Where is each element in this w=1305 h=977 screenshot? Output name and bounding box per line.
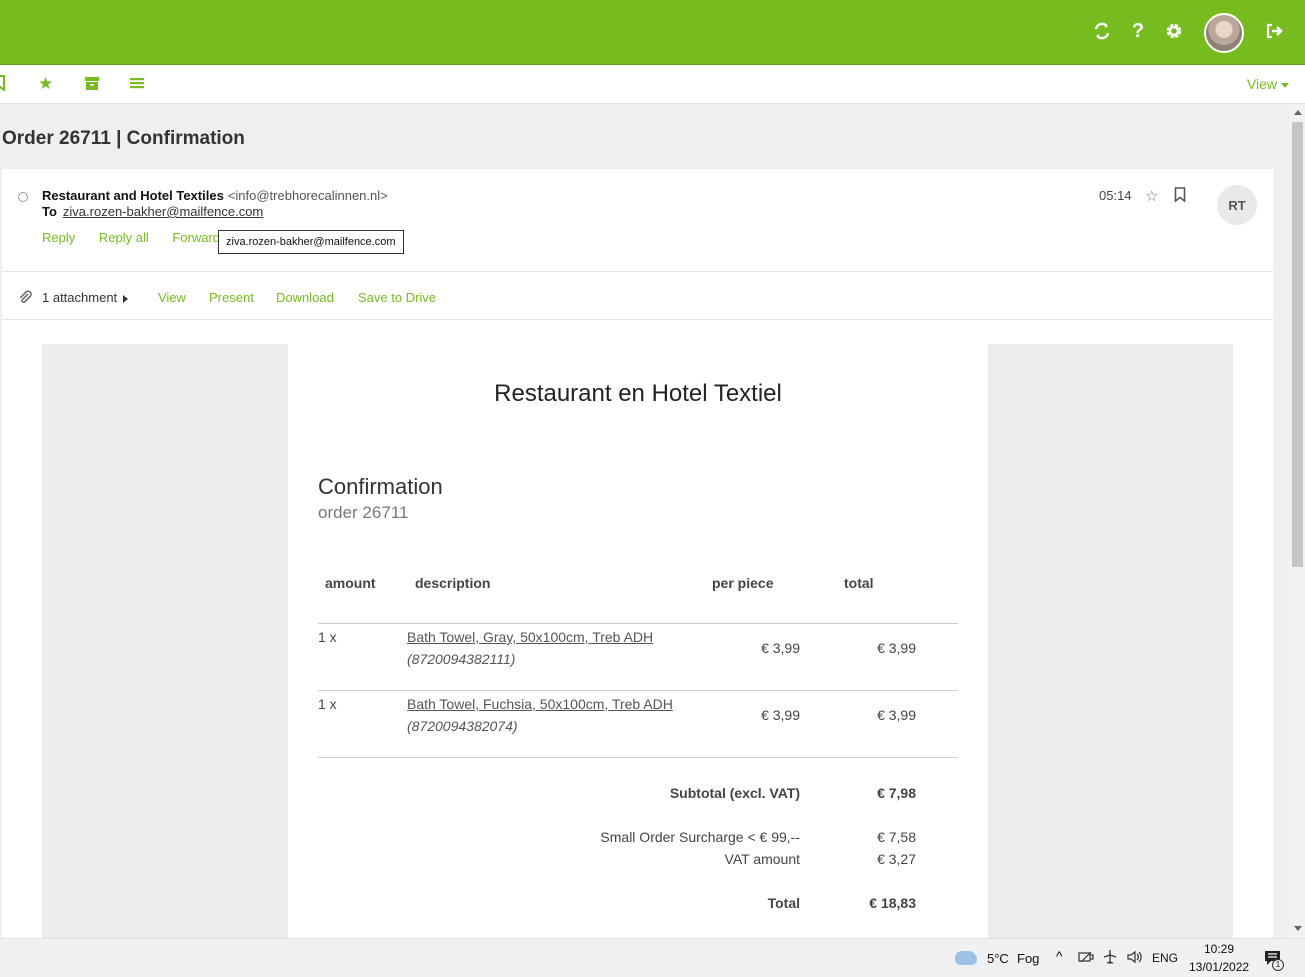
address-tooltip: ziva.rozen-bakher@mailfence.com bbox=[218, 230, 404, 254]
attachment-bar: 1 attachment View Present Download Save … bbox=[2, 271, 1273, 320]
airplane-icon[interactable] bbox=[1102, 949, 1118, 968]
item-sku: (8720094382111) bbox=[407, 651, 516, 667]
sender-name: Restaurant and Hotel Textiles bbox=[42, 188, 224, 203]
help-icon[interactable]: ? bbox=[1127, 20, 1149, 42]
weather-status[interactable]: Fog bbox=[1017, 951, 1039, 966]
view-label: View bbox=[1246, 76, 1277, 92]
settings-icon[interactable] bbox=[1163, 20, 1185, 42]
reply-button[interactable]: Reply bbox=[42, 230, 75, 245]
message-actions: Reply Reply all Forward bbox=[42, 230, 240, 245]
attachment-count: 1 attachment bbox=[42, 290, 118, 305]
item-per-piece: € 3,99 bbox=[761, 707, 800, 723]
star-icon[interactable]: ★ bbox=[38, 75, 56, 93]
subtotal-label: Subtotal (excl. VAT) bbox=[669, 785, 800, 801]
divider bbox=[318, 757, 958, 758]
vat-value: € 3,27 bbox=[877, 851, 916, 867]
message-card: Restaurant and Hotel Textiles <info@trebh… bbox=[2, 169, 1273, 939]
item-description-link[interactable]: Bath Towel, Gray, 50x100cm, Treb ADH bbox=[407, 629, 653, 645]
attachment-save-link[interactable]: Save to Drive bbox=[358, 290, 436, 305]
avatar[interactable] bbox=[1204, 13, 1244, 53]
paperclip-icon bbox=[18, 289, 32, 305]
app-header: ? bbox=[0, 0, 1305, 65]
column-header-amount: amount bbox=[325, 575, 376, 591]
forward-button[interactable]: Forward bbox=[172, 230, 220, 245]
item-per-piece: € 3,99 bbox=[761, 640, 800, 656]
star-outline-icon[interactable]: ☆ bbox=[1145, 187, 1158, 205]
refresh-icon[interactable] bbox=[1091, 20, 1113, 42]
column-header-per-piece: per piece bbox=[712, 575, 774, 591]
surcharge-label: Small Order Surcharge < € 99,-- bbox=[600, 829, 800, 845]
menu-icon[interactable] bbox=[129, 75, 147, 93]
email-content: Restaurant en Hotel Textiel Confirmation… bbox=[288, 344, 988, 939]
message-toolbar: ★ View bbox=[0, 65, 1305, 104]
item-amount: 1 x bbox=[318, 696, 337, 712]
temperature[interactable]: 5°C bbox=[987, 951, 1009, 966]
sender-avatar: RT bbox=[1217, 185, 1257, 225]
language-indicator[interactable]: ENG bbox=[1152, 951, 1178, 965]
reply-all-button[interactable]: Reply all bbox=[99, 230, 149, 245]
sender-email: <info@trebhorecalinnen.nl> bbox=[227, 188, 388, 203]
unread-toggle[interactable] bbox=[18, 192, 28, 202]
chevron-up-icon[interactable]: ^ bbox=[1056, 948, 1063, 964]
sender: Restaurant and Hotel Textiles <info@trebh… bbox=[42, 188, 388, 203]
company-name: Restaurant en Hotel Textiel bbox=[494, 380, 782, 407]
bookmark-outline-icon[interactable] bbox=[1174, 187, 1188, 203]
network-icon[interactable] bbox=[1078, 950, 1094, 967]
column-header-description: description bbox=[415, 575, 491, 591]
confirmation-title: Confirmation bbox=[318, 474, 443, 499]
volume-icon[interactable] bbox=[1126, 949, 1142, 968]
logout-icon[interactable] bbox=[1263, 20, 1285, 42]
item-description-link[interactable]: Bath Towel, Fuchsia, 50x100cm, Treb ADH bbox=[407, 696, 673, 712]
cloud-icon bbox=[955, 951, 977, 965]
clock-date[interactable]: 13/01/2022 bbox=[1189, 960, 1249, 974]
taskbar: 5°C Fog ^ ENG 10:29 13/01/2022 1 bbox=[0, 938, 1305, 977]
email-body: Restaurant en Hotel Textiel Confirmation… bbox=[42, 344, 1233, 939]
recipient-row: To ziva.rozen-bakher@mailfence.com bbox=[42, 204, 263, 219]
bookmark-icon[interactable] bbox=[0, 75, 10, 93]
total-value: € 18,83 bbox=[869, 895, 916, 911]
item-amount: 1 x bbox=[318, 629, 337, 645]
page-title: Order 26711 | Confirmation bbox=[2, 128, 245, 149]
total-label: Total bbox=[767, 895, 800, 911]
order-number: order 26711 bbox=[318, 503, 409, 522]
recipient-address[interactable]: ziva.rozen-bakher@mailfence.com bbox=[63, 204, 263, 219]
chevron-down-icon bbox=[1281, 82, 1289, 88]
attachment-view-link[interactable]: View bbox=[158, 290, 186, 305]
attachment-download-link[interactable]: Download bbox=[276, 290, 334, 305]
view-dropdown[interactable]: View bbox=[1247, 76, 1289, 92]
divider bbox=[318, 623, 958, 624]
scroll-down-icon[interactable] bbox=[1294, 926, 1302, 931]
item-sku: (8720094382074) bbox=[407, 718, 518, 734]
item-total: € 3,99 bbox=[877, 707, 916, 723]
chevron-right-icon bbox=[123, 294, 129, 303]
divider bbox=[318, 690, 958, 691]
to-label: To bbox=[42, 204, 57, 219]
clock-time[interactable]: 10:29 bbox=[1204, 942, 1234, 956]
item-total: € 3,99 bbox=[877, 640, 916, 656]
archive-icon[interactable] bbox=[84, 75, 102, 93]
attachment-toggle[interactable]: 1 attachment bbox=[42, 290, 129, 305]
scroll-up-icon[interactable] bbox=[1294, 110, 1302, 115]
scrollbar-thumb[interactable] bbox=[1292, 122, 1303, 567]
subtotal-value: € 7,98 bbox=[877, 785, 916, 801]
surcharge-value: € 7,58 bbox=[877, 829, 916, 845]
notification-badge: 1 bbox=[1272, 959, 1284, 971]
message-time: 05:14 bbox=[1099, 188, 1132, 203]
vat-label: VAT amount bbox=[724, 851, 800, 867]
column-header-total: total bbox=[844, 575, 874, 591]
attachment-present-link[interactable]: Present bbox=[209, 290, 254, 305]
